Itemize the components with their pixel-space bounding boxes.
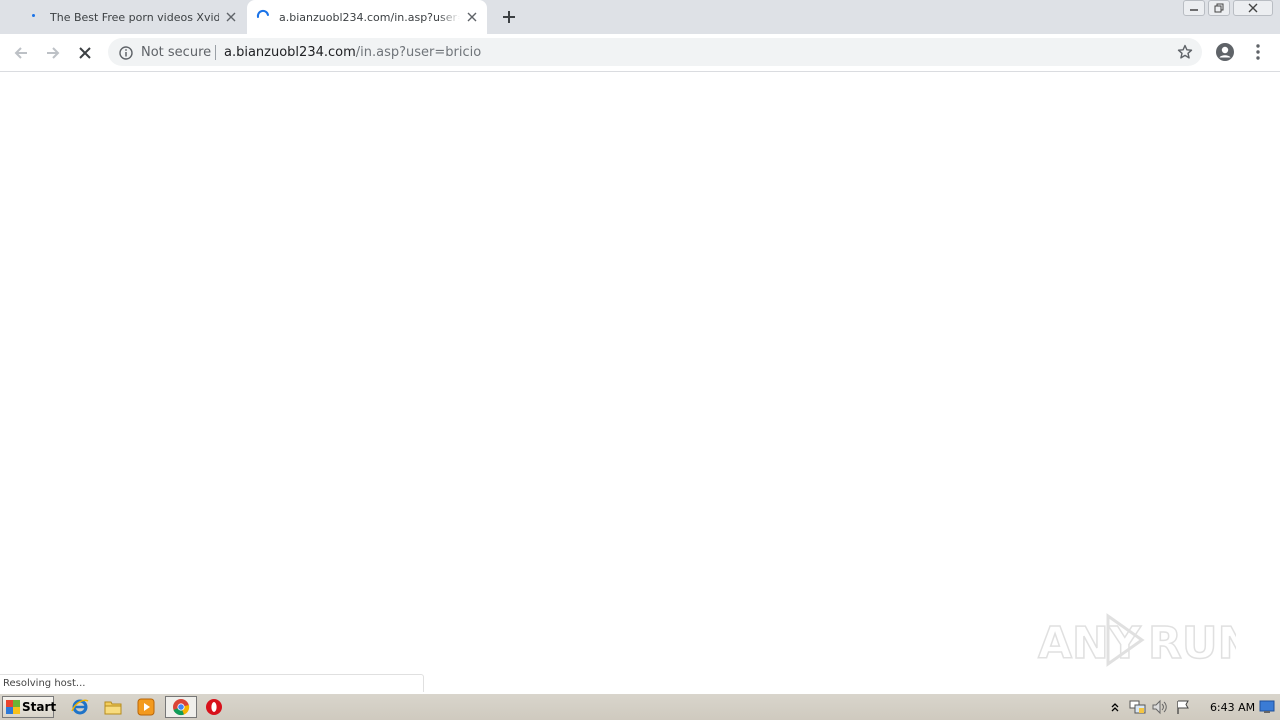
tab-close-icon[interactable]	[464, 9, 480, 25]
show-desktop-icon[interactable]	[1257, 697, 1277, 717]
windows-logo-icon	[6, 700, 20, 714]
start-label: Start	[22, 700, 57, 714]
more-menu-icon[interactable]	[1250, 42, 1266, 62]
action-center-flag-icon[interactable]	[1173, 697, 1193, 717]
start-button[interactable]: Start	[2, 696, 57, 718]
show-hidden-icons-icon[interactable]	[1105, 697, 1125, 717]
browser-toolbar: Not secure a.bianzuobl234.com/in.asp?use…	[0, 34, 1280, 72]
url-text[interactable]: a.bianzuobl234.com/in.asp?user=bricio	[224, 45, 481, 60]
tab-xvideos[interactable]: The Best Free porn videos Xvideos	[18, 0, 246, 34]
back-button[interactable]	[10, 42, 32, 64]
minimize-button[interactable]	[1183, 0, 1205, 16]
status-bubble: Resolving host...	[0, 674, 424, 692]
network-icon[interactable]	[1128, 697, 1148, 717]
forward-button[interactable]	[42, 42, 64, 64]
stop-loading-button[interactable]	[74, 42, 96, 64]
tab-close-icon[interactable]	[223, 9, 239, 25]
info-icon[interactable]	[119, 45, 133, 60]
window-controls	[1180, 0, 1273, 18]
security-label[interactable]: Not secure	[141, 45, 211, 60]
tab-favicon-icon	[26, 9, 42, 25]
svg-text:RUN: RUN	[1148, 618, 1236, 669]
close-window-button[interactable]	[1233, 0, 1273, 16]
anyrun-watermark: ANY RUN	[1036, 608, 1236, 672]
windows-taskbar: Start 6:43 AM	[0, 693, 1280, 720]
tab-bianzuobl[interactable]: a.bianzuobl234.com/in.asp?user=bricio	[247, 0, 487, 34]
address-bar[interactable]: Not secure a.bianzuobl234.com/in.asp?use…	[108, 38, 1202, 66]
tab-title: a.bianzuobl234.com/in.asp?user=bricio	[279, 10, 460, 24]
chrome-icon[interactable]	[165, 696, 197, 718]
system-clock[interactable]: 6:43 AM	[1210, 701, 1257, 714]
opera-icon[interactable]	[203, 697, 225, 717]
svg-text:ANY: ANY	[1038, 618, 1142, 669]
new-tab-button[interactable]	[499, 7, 519, 27]
url-host: a.bianzuobl234.com	[224, 45, 356, 60]
loading-spinner-icon	[255, 9, 271, 25]
restore-button[interactable]	[1208, 0, 1230, 16]
tab-title: The Best Free porn videos Xvideos	[50, 10, 219, 24]
tab-strip: The Best Free porn videos Xvideos a.bian…	[0, 0, 1280, 34]
account-avatar-icon[interactable]	[1215, 42, 1235, 62]
url-path: /in.asp?user=bricio	[355, 45, 482, 60]
media-player-icon[interactable]	[135, 697, 157, 717]
file-explorer-icon[interactable]	[102, 697, 124, 717]
address-separator	[215, 45, 216, 60]
system-tray: 6:43 AM	[1105, 695, 1280, 719]
bookmark-star-icon[interactable]	[1177, 44, 1193, 60]
internet-explorer-icon[interactable]	[69, 697, 91, 717]
volume-icon[interactable]	[1150, 697, 1170, 717]
page-content	[0, 72, 1280, 692]
